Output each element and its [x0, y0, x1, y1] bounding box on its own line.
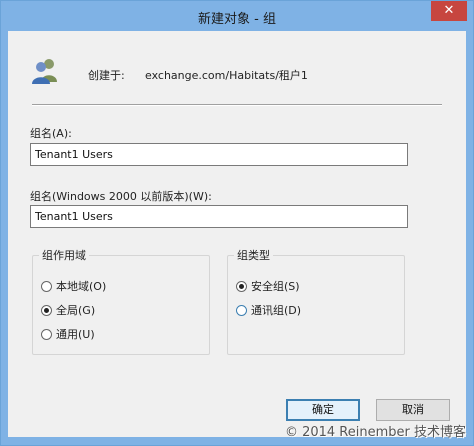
- type-option-distribution[interactable]: 通讯组(D): [236, 302, 301, 318]
- scope-option-label: 全局(G): [56, 304, 96, 317]
- group-type-title: 组类型: [234, 247, 273, 263]
- radio-distribution[interactable]: [236, 304, 247, 316]
- scope-option-global[interactable]: 全局(G): [41, 302, 95, 318]
- scope-option-local[interactable]: 本地域(O): [41, 278, 106, 294]
- radio-security[interactable]: [236, 280, 247, 292]
- created-in-label: 创建于:: [88, 69, 125, 82]
- group-type-box: 组类型 安全组(S) 通讯组(D): [227, 247, 405, 355]
- group-scope-box: 组作用域 本地域(O) 全局(G) 通用(U): [32, 247, 210, 355]
- scope-option-label: 本地域(O): [56, 280, 107, 293]
- group-name-legacy-input[interactable]: [30, 205, 408, 228]
- type-option-security[interactable]: 安全组(S): [236, 278, 300, 294]
- close-icon: ✕: [443, 3, 455, 18]
- created-in-path: exchange.com/Habitats/租户1: [145, 69, 308, 82]
- group-name-label: 组名(A):: [30, 127, 72, 140]
- group-name-input[interactable]: [30, 143, 408, 166]
- radio-universal[interactable]: [41, 328, 52, 340]
- group-name-legacy-label: 组名(Windows 2000 以前版本)(W):: [30, 190, 212, 203]
- type-option-label: 通讯组(D): [251, 304, 302, 317]
- title-bar[interactable]: 新建对象 - 组 ✕: [1, 1, 473, 31]
- group-scope-title: 组作用域: [39, 247, 89, 263]
- close-button[interactable]: ✕: [431, 1, 467, 21]
- users-group-icon: [32, 59, 57, 84]
- window-title: 新建对象 - 组: [198, 12, 276, 27]
- ok-button[interactable]: 确定: [286, 399, 360, 421]
- separator: [32, 104, 442, 106]
- scope-option-universal[interactable]: 通用(U): [41, 326, 95, 342]
- type-option-label: 安全组(S): [251, 280, 300, 293]
- scope-option-label: 通用(U): [56, 328, 95, 341]
- radio-local[interactable]: [41, 280, 52, 292]
- watermark: © 2014 Reinember 技术博客: [284, 425, 466, 440]
- radio-global[interactable]: [41, 304, 52, 316]
- cancel-button[interactable]: 取消: [376, 399, 450, 421]
- dialog-body: 创建于: exchange.com/Habitats/租户1 组名(A): 组名…: [8, 31, 466, 437]
- dialog-window: 新建对象 - 组 ✕ 创建于: exchange.com/Habitats/租户…: [0, 0, 474, 446]
